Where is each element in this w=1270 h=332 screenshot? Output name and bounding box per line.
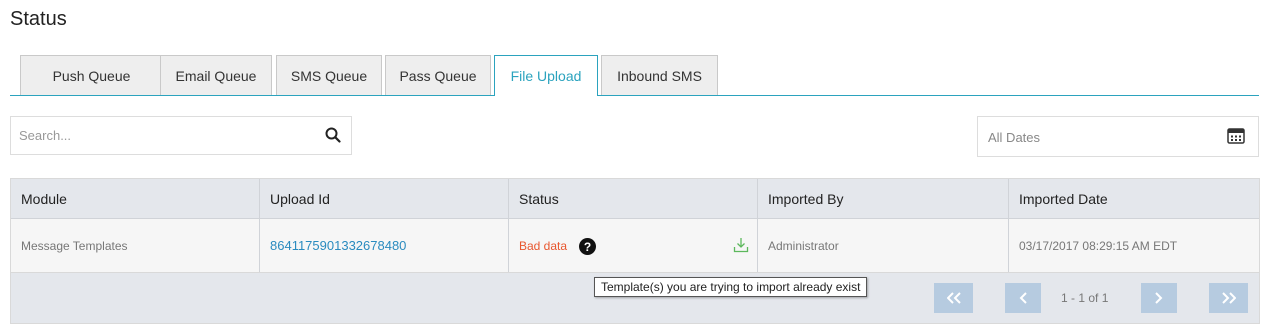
tab-pass-queue[interactable]: Pass Queue (385, 55, 491, 95)
cell-imported-by: Administrator (758, 219, 1009, 272)
calendar-icon[interactable] (1227, 127, 1245, 145)
date-filter-value: All Dates (988, 130, 1041, 145)
column-header-upload-id[interactable]: Upload Id (260, 179, 509, 218)
chevron-left-icon (1019, 292, 1027, 304)
help-icon[interactable]: ? (579, 238, 596, 255)
column-header-imported-by[interactable]: Imported By (758, 179, 1009, 218)
upload-status-table: Module Upload Id Status Imported By Impo… (10, 178, 1260, 324)
status-text: Bad data (519, 238, 568, 253)
cell-status: Bad data ? (509, 219, 758, 272)
cell-imported-date: 03/17/2017 08:29:15 AM EDT (1019, 238, 1178, 253)
tab-file-upload[interactable]: File Upload (494, 55, 598, 96)
upload-id-link[interactable]: 8641175901332678480 (270, 238, 406, 253)
tab-sms-queue[interactable]: SMS Queue (276, 55, 382, 95)
download-icon[interactable] (733, 237, 749, 253)
search-icon[interactable] (325, 127, 341, 143)
double-chevron-left-icon (946, 292, 961, 304)
chevron-right-icon (1155, 292, 1163, 304)
tab-push-queue[interactable]: Push Queue (20, 55, 163, 95)
double-chevron-right-icon (1221, 292, 1236, 304)
column-header-module[interactable]: Module (11, 179, 260, 218)
tab-bar: Push Queue Email Queue SMS Queue Pass Qu… (10, 55, 1259, 96)
tab-email-queue[interactable]: Email Queue (160, 55, 272, 95)
table-header: Module Upload Id Status Imported By Impo… (11, 179, 1259, 219)
column-header-status[interactable]: Status (509, 179, 758, 218)
tab-inbound-sms[interactable]: Inbound SMS (601, 55, 718, 95)
search-input[interactable] (11, 117, 311, 154)
cell-upload-id: 8641175901332678480 (260, 219, 509, 272)
svg-text:?: ? (584, 240, 591, 254)
status-tooltip: Template(s) you are trying to import alr… (594, 277, 868, 297)
last-page-button[interactable] (1209, 283, 1248, 313)
previous-page-button[interactable] (1005, 283, 1041, 313)
next-page-button[interactable] (1141, 283, 1177, 313)
column-header-imported-date[interactable]: Imported Date (1009, 179, 1259, 218)
pager-info: 1 - 1 of 1 (1061, 291, 1109, 305)
page-title: Status (10, 8, 67, 30)
date-filter[interactable]: All Dates (977, 116, 1259, 157)
table-row[interactable]: Message Templates 8641175901332678480 Ba… (11, 219, 1259, 273)
first-page-button[interactable] (934, 283, 973, 313)
cell-module: Message Templates (11, 219, 260, 272)
search-box (10, 116, 352, 155)
